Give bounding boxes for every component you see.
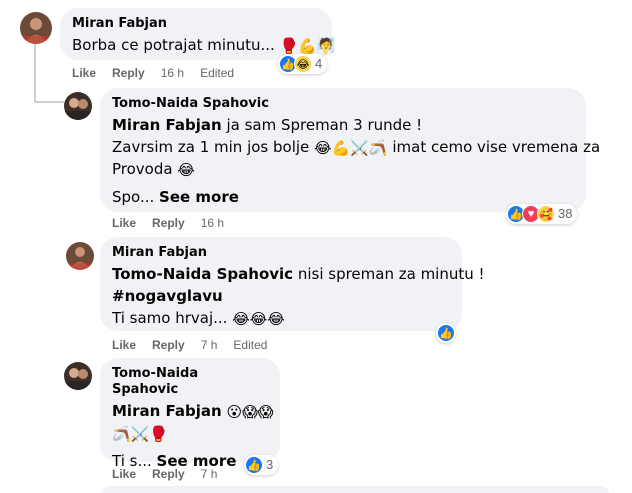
like-reaction-icon: 👍: [437, 324, 455, 342]
next-comment-bubble: [100, 486, 610, 493]
reply-button[interactable]: Reply: [152, 466, 185, 482]
emoji-group: 😂😂😂: [232, 310, 285, 328]
comment-author[interactable]: Miran Fabjan: [112, 245, 450, 261]
comment-author[interactable]: Miran Fabjan: [72, 16, 320, 32]
mention-link[interactable]: Tomo-Naida Spahovic: [112, 265, 293, 283]
comment-actions: Like Reply 7 h Edited: [112, 337, 283, 353]
comment-author[interactable]: Tomo-Naida Spahovic: [112, 366, 268, 398]
like-button[interactable]: Like: [112, 466, 136, 482]
comment-text: 🪃⚔️🥊: [112, 422, 268, 444]
reaction-summary[interactable]: 👍 3: [244, 455, 279, 475]
reaction-summary[interactable]: 👍 😂 4: [278, 54, 328, 74]
comment-text: Borba ce potrajat minutu... 🥊💪🧖: [72, 36, 336, 55]
avatar[interactable]: [66, 242, 94, 270]
timestamp[interactable]: 7 h: [201, 466, 218, 482]
emoji-group: 🪃⚔️🥊: [112, 425, 169, 443]
thread-line: [34, 44, 36, 102]
reply-button[interactable]: Reply: [152, 337, 185, 353]
mention-link[interactable]: Miran Fabjan: [112, 116, 222, 134]
comment-bubble: Tomo-Naida Spahovic Miran Fabjan 😮😱😱 🪃⚔️…: [100, 358, 280, 470]
emoji-group: 😮😱😱: [226, 403, 274, 421]
haha-reaction-icon: 😂: [294, 55, 312, 73]
reaction-count: 4: [315, 56, 323, 71]
timestamp[interactable]: 16 h: [201, 215, 224, 231]
reaction-summary[interactable]: 👍: [436, 323, 456, 343]
edited-label[interactable]: Edited: [233, 337, 267, 353]
emoji-group: 😂: [177, 161, 195, 179]
thread-line: [34, 101, 64, 103]
reply-button[interactable]: Reply: [152, 215, 185, 231]
comment-text: Ti samo hrvaj... 😂😂😂: [112, 309, 285, 328]
emoji-group: 🥊💪🧖: [279, 37, 336, 55]
comment-actions: Like Reply 16 h: [112, 215, 240, 231]
comment-author[interactable]: Tomo-Naida Spahovic: [112, 96, 574, 112]
reaction-count: 3: [266, 457, 274, 472]
care-reaction-icon: 🥰: [537, 205, 555, 223]
comment-bubble: Miran Fabjan Borba ce potrajat minutu...…: [60, 8, 336, 60]
reply-button[interactable]: Reply: [112, 65, 145, 81]
like-button[interactable]: Like: [112, 337, 136, 353]
comment-text: #nogavglavu: [112, 285, 450, 307]
comment-actions: Like Reply 16 h Edited: [72, 65, 250, 81]
timestamp[interactable]: 16 h: [161, 65, 184, 81]
emoji-group: 😂💪⚔️🪃: [314, 139, 388, 157]
avatar[interactable]: [64, 92, 92, 120]
mention-link[interactable]: Miran Fabjan: [112, 402, 222, 420]
comment-bubble: Tomo-Naida Spahovic Miran Fabjan ja sam …: [100, 88, 601, 212]
comment-text: Zavrsim za 1 min jos bolje 😂💪⚔️🪃 imat ce…: [112, 138, 601, 157]
comment-text: Miran Fabjan 😮😱😱: [112, 400, 273, 422]
avatar[interactable]: [64, 362, 92, 390]
comment-text: Spo... See more: [112, 188, 239, 206]
comment-text: Tomo-Naida Spahovic nisi spreman za minu…: [112, 265, 485, 283]
reaction-summary[interactable]: 👍 ♥ 🥰 38: [506, 204, 578, 224]
like-reaction-icon: 👍: [245, 456, 263, 474]
reaction-count: 38: [558, 206, 573, 221]
avatar[interactable]: [20, 12, 52, 44]
comment-bubble: Miran Fabjan Tomo-Naida Spahovic nisi sp…: [100, 237, 485, 331]
see-more-link[interactable]: See more: [159, 188, 239, 206]
like-button[interactable]: Like: [112, 215, 136, 231]
comment-actions: Like Reply 7 h: [112, 466, 233, 482]
like-button[interactable]: Like: [72, 65, 96, 81]
comment-text: Miran Fabjan ja sam Spreman 3 runde !: [112, 116, 423, 134]
hashtag-link[interactable]: #nogavglavu: [112, 287, 223, 305]
edited-label[interactable]: Edited: [200, 65, 234, 81]
comment-text: Provoda 😂: [112, 160, 195, 179]
timestamp[interactable]: 7 h: [201, 337, 218, 353]
